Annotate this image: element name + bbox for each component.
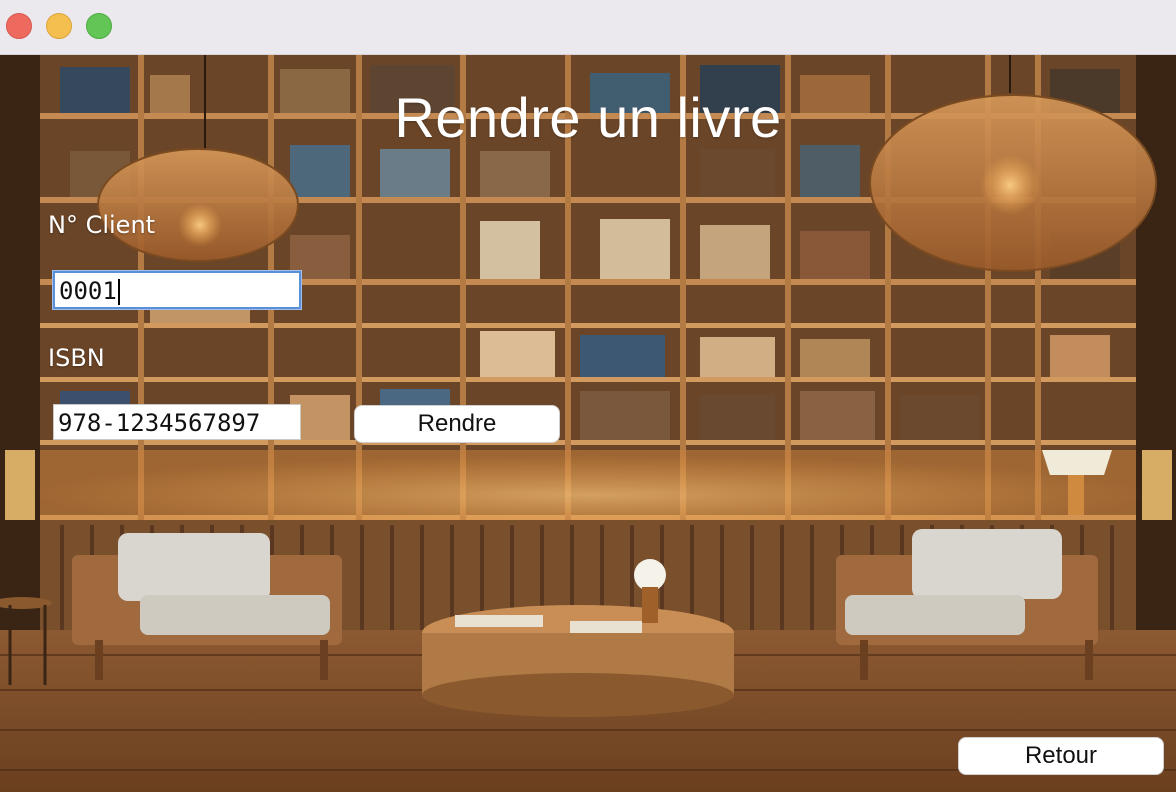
isbn-value: 978-1234567897 (58, 409, 261, 437)
window-titlebar (0, 0, 1176, 55)
back-button[interactable]: Retour (958, 737, 1164, 775)
client-number-value: 0001 (59, 277, 117, 305)
client-number-label: N° Client (48, 211, 156, 239)
isbn-field[interactable]: 978-1234567897 (53, 404, 301, 440)
client-number-field[interactable]: 0001 (53, 271, 301, 309)
window-content: Rendre un livre N° Client 0001 ISBN 978-… (0, 55, 1176, 792)
close-window-button[interactable] (6, 13, 32, 39)
zoom-window-button[interactable] (86, 13, 112, 39)
isbn-label: ISBN (48, 344, 105, 372)
page-title: Rendre un livre (394, 86, 782, 149)
text-caret (117, 279, 120, 305)
return-book-button[interactable]: Rendre (354, 405, 560, 443)
minimize-window-button[interactable] (46, 13, 72, 39)
